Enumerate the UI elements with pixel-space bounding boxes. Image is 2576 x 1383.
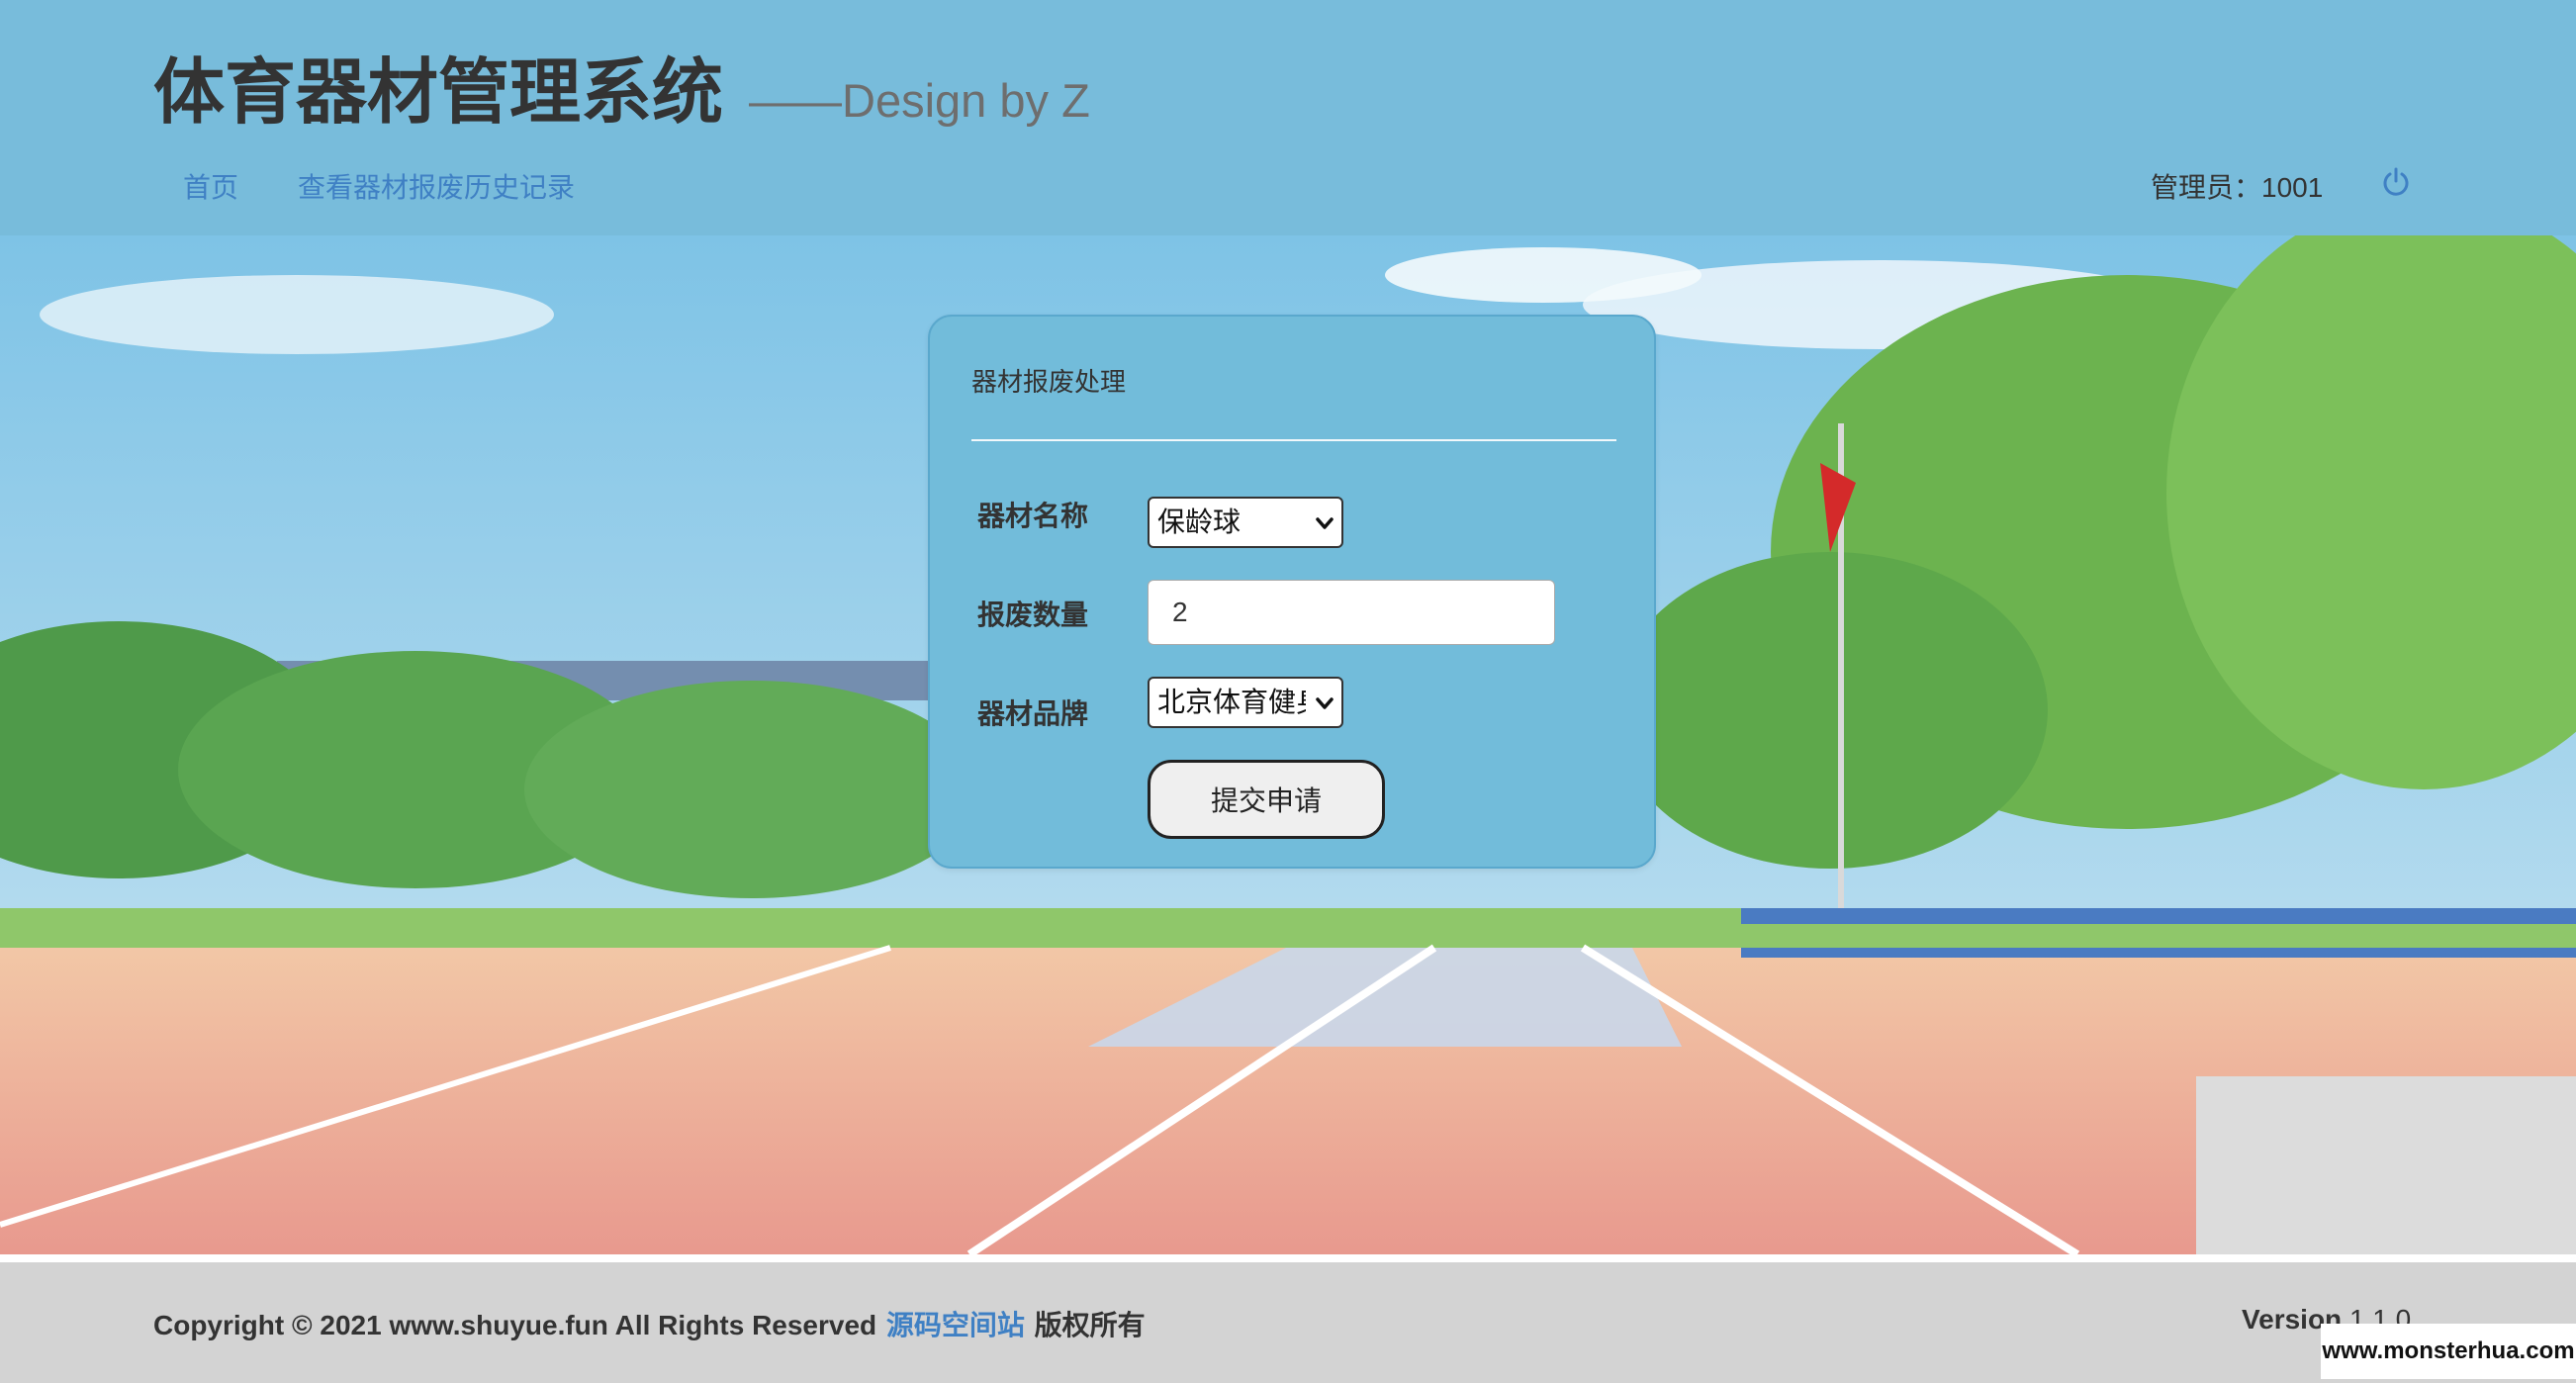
scrap-form-panel: 器材报废处理 器材名称 保龄球 报废数量 器材品牌 北京体育健身 提交申请 [928,315,1656,869]
submit-button[interactable]: 提交申请 [1148,760,1385,839]
source-site-link[interactable]: 源码空间站 [886,1309,1025,1341]
nav-scrap-history-link[interactable]: 查看器材报废历史记录 [298,166,575,206]
form-divider [971,439,1616,441]
rights-text: 版权所有 [1034,1309,1146,1341]
brand: 体育器材管理系统 ——Design by Z [153,34,1090,138]
brand-value: 北京体育健身 [1157,686,1306,718]
admin-label: 管理员： [2151,171,2262,204]
quantity-input[interactable] [1148,580,1555,645]
app-subtitle: ——Design by Z [749,74,1090,127]
admin-id: 1001 [2261,172,2324,203]
copyright-text: Copyright © 2021 www.shuyue.fun All Righ… [153,1310,877,1340]
brand-label: 器材品牌 [977,697,1089,730]
admin-info: 管理员：1001 [2151,166,2323,206]
power-icon[interactable] [2380,166,2412,198]
chevron-down-icon [1316,517,1334,529]
brand-select[interactable]: 北京体育健身 [1148,677,1343,728]
chevron-down-icon [1316,697,1334,709]
watermark: www.monsterhua.com [2321,1324,2576,1379]
quantity-label: 报废数量 [977,599,1089,631]
equipment-name-select[interactable]: 保龄球 [1148,497,1343,548]
app-title: 体育器材管理系统 [153,50,724,134]
copyright: Copyright © 2021 www.shuyue.fun All Righ… [153,1304,1146,1343]
nav-home-link[interactable]: 首页 [183,166,238,206]
equipment-name-value: 保龄球 [1157,506,1242,538]
form-title: 器材报废处理 [971,368,1127,398]
equipment-name-label: 器材名称 [977,500,1089,532]
main-nav: 首页 查看器材报废历史记录 [183,166,575,206]
footer: Copyright © 2021 www.shuyue.fun All Righ… [0,1262,2576,1383]
top-header: 体育器材管理系统 ——Design by Z 首页 查看器材报废历史记录 管理员：… [0,0,2576,235]
